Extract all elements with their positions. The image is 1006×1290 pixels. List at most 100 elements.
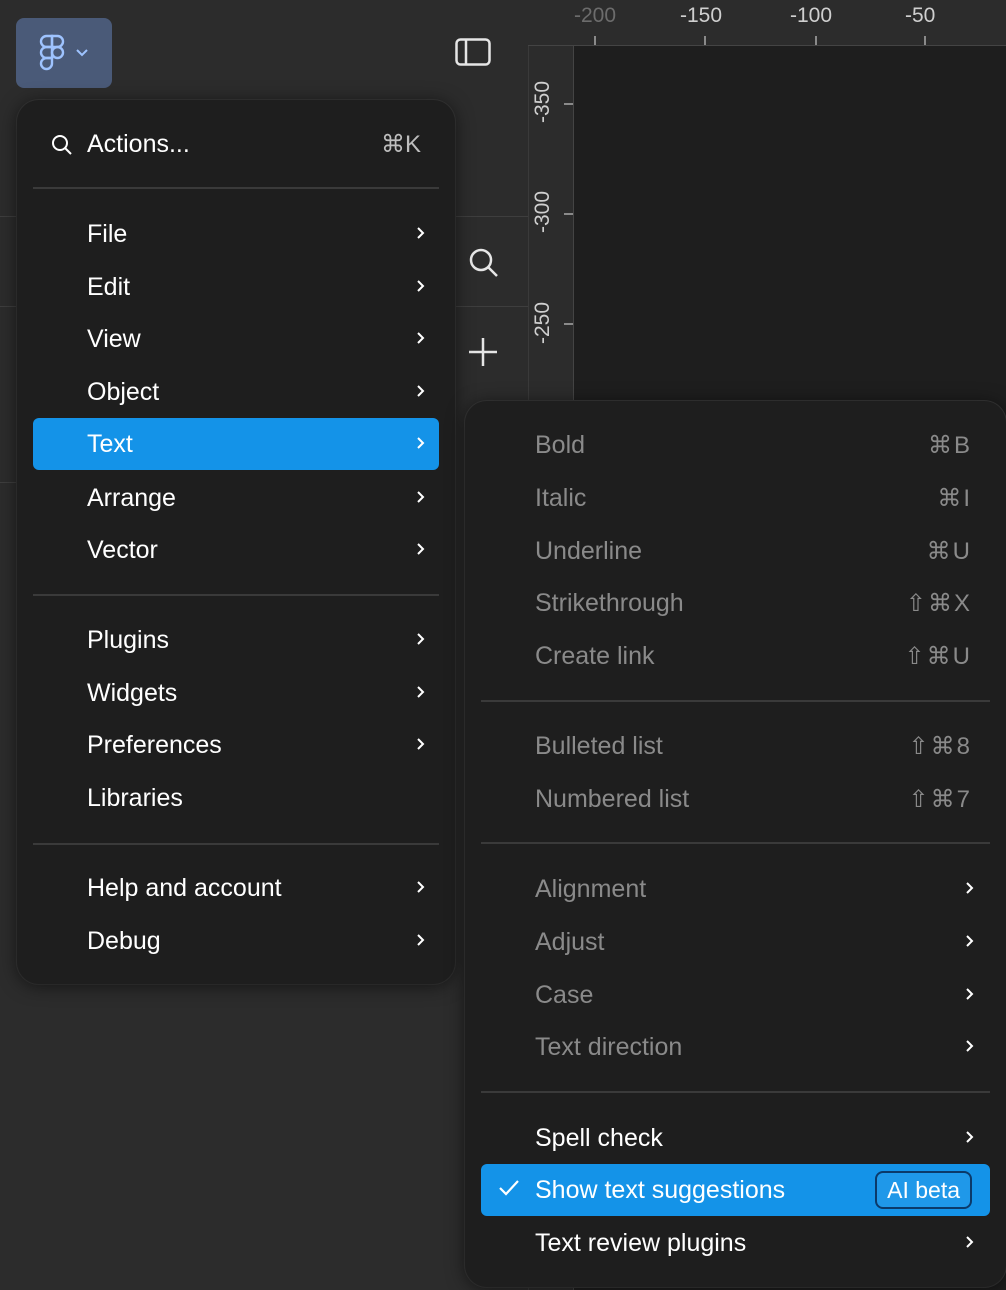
submenu-item-bulleted-list[interactable]: Bulleted list ⇧⌘8: [481, 720, 990, 772]
shortcut: ⇧⌘8: [908, 732, 972, 760]
submenu-item-case[interactable]: Case: [481, 969, 990, 1021]
menu-item-label: Widgets: [87, 678, 178, 707]
menu-separator: [481, 842, 990, 844]
chevron-right-icon: [417, 738, 425, 750]
chevron-right-icon: [966, 1131, 974, 1143]
shortcut: ⇧⌘X: [905, 589, 972, 617]
ruler-label: -50: [905, 4, 936, 27]
submenu-item-italic[interactable]: Italic ⌘I: [481, 472, 990, 524]
ruler-tick: [564, 103, 573, 105]
menu-separator: [481, 1091, 990, 1093]
shortcut: ⌘B: [927, 431, 972, 459]
menu-item-label: Debug: [87, 926, 161, 955]
menu-item-file[interactable]: File: [33, 208, 439, 260]
chevron-right-icon: [417, 385, 425, 397]
submenu-item-text-review-plugins[interactable]: Text review plugins: [481, 1217, 990, 1269]
chevron-right-icon: [417, 686, 425, 698]
menu-item-label: Help and account: [87, 873, 282, 902]
menu-item-vector[interactable]: Vector: [33, 524, 439, 576]
submenu-item-label: Strikethrough: [535, 588, 684, 617]
menu-item-label: Libraries: [87, 783, 183, 812]
submenu-item-label: Adjust: [535, 927, 605, 956]
menu-separator: [33, 187, 439, 189]
submenu-item-spell-check[interactable]: Spell check: [481, 1112, 990, 1164]
submenu-item-alignment[interactable]: Alignment: [481, 863, 990, 915]
menu-item-label: Arrange: [87, 483, 176, 512]
text-submenu: Bold ⌘B Italic ⌘I Underline ⌘U Strikethr…: [465, 401, 1006, 1287]
main-menu: Actions... ⌘K File Edit View Object Text…: [17, 100, 455, 984]
menu-item-object[interactable]: Object: [33, 366, 439, 418]
menu-separator: [33, 843, 439, 845]
menu-item-label: File: [87, 219, 128, 248]
submenu-item-numbered-list[interactable]: Numbered list ⇧⌘7: [481, 773, 990, 825]
chevron-right-icon: [417, 881, 425, 893]
menu-item-arrange[interactable]: Arrange: [33, 472, 439, 524]
ruler-label: -100: [790, 4, 833, 27]
submenu-item-text-direction[interactable]: Text direction: [481, 1021, 990, 1073]
menu-item-label: Preferences: [87, 730, 222, 759]
menu-item-label: Text: [87, 429, 133, 458]
ruler-label: -250: [531, 301, 555, 345]
chevron-right-icon: [966, 882, 974, 894]
menu-item-label: View: [87, 324, 141, 353]
shortcut: ⇧⌘7: [908, 785, 972, 813]
submenu-item-label: Numbered list: [535, 784, 690, 813]
menu-item-label: Edit: [87, 272, 131, 301]
menu-item-help-and-account[interactable]: Help and account: [33, 862, 439, 914]
submenu-item-label: Underline: [535, 536, 643, 565]
chevron-right-icon: [417, 332, 425, 344]
chevron-right-icon: [417, 934, 425, 946]
checkmark-icon: [499, 1180, 519, 1196]
menu-item-text[interactable]: Text: [33, 418, 439, 470]
divider: [455, 306, 528, 307]
submenu-item-create-link[interactable]: Create link ⇧⌘U: [481, 630, 990, 682]
menu-item-preferences[interactable]: Preferences: [33, 719, 439, 771]
chevron-right-icon: [417, 227, 425, 239]
chevron-right-icon: [417, 280, 425, 292]
menu-item-plugins[interactable]: Plugins: [33, 614, 439, 666]
main-menu-button[interactable]: [16, 18, 112, 88]
submenu-item-label: Bulleted list: [535, 731, 663, 760]
submenu-item-label: Text direction: [535, 1032, 683, 1061]
ruler-top: -200 -150 -100 -50: [528, 0, 1006, 46]
menu-item-view[interactable]: View: [33, 313, 439, 365]
ruler-tick: [564, 323, 573, 325]
chevron-right-icon: [966, 935, 974, 947]
submenu-item-label: Spell check: [535, 1123, 663, 1152]
figma-logo-icon: [39, 34, 65, 71]
menu-item-libraries[interactable]: Libraries: [33, 772, 439, 824]
divider: [455, 216, 528, 217]
submenu-item-strikethrough[interactable]: Strikethrough ⇧⌘X: [481, 577, 990, 629]
plus-icon[interactable]: [466, 335, 500, 369]
submenu-item-label: Show text suggestions: [535, 1175, 786, 1204]
shortcut: ⌘I: [937, 484, 972, 512]
menu-item-label: Object: [87, 377, 160, 406]
chevron-right-icon: [966, 1040, 974, 1052]
submenu-item-label: Italic: [535, 483, 587, 512]
ruler-label: -300: [531, 190, 555, 234]
search-icon[interactable]: [466, 245, 500, 279]
chevron-right-icon: [417, 491, 425, 503]
ruler-tick: [594, 36, 596, 45]
submenu-item-label: Text review plugins: [535, 1228, 747, 1257]
menu-item-widgets[interactable]: Widgets: [33, 667, 439, 719]
submenu-item-underline[interactable]: Underline ⌘U: [481, 525, 990, 577]
actions-search[interactable]: Actions... ⌘K: [33, 118, 439, 170]
ai-beta-badge: AI beta: [875, 1171, 972, 1209]
submenu-item-label: Bold: [535, 430, 586, 459]
actions-label: Actions...: [87, 129, 190, 158]
shortcut: ⇧⌘U: [904, 642, 972, 670]
submenu-item-label: Create link: [535, 641, 655, 670]
menu-item-edit[interactable]: Edit: [33, 261, 439, 313]
actions-shortcut: ⌘K: [380, 130, 421, 158]
chevron-right-icon: [417, 543, 425, 555]
submenu-item-bold[interactable]: Bold ⌘B: [481, 419, 990, 471]
chevron-right-icon: [417, 437, 425, 449]
chevron-right-icon: [417, 633, 425, 645]
menu-item-debug[interactable]: Debug: [33, 915, 439, 967]
submenu-item-show-text-suggestions[interactable]: Show text suggestions AI beta: [481, 1164, 990, 1216]
chevron-right-icon: [966, 1236, 974, 1248]
sidebar-toggle-icon[interactable]: [455, 38, 491, 66]
submenu-item-adjust[interactable]: Adjust: [481, 916, 990, 968]
ruler-tick: [564, 213, 573, 215]
